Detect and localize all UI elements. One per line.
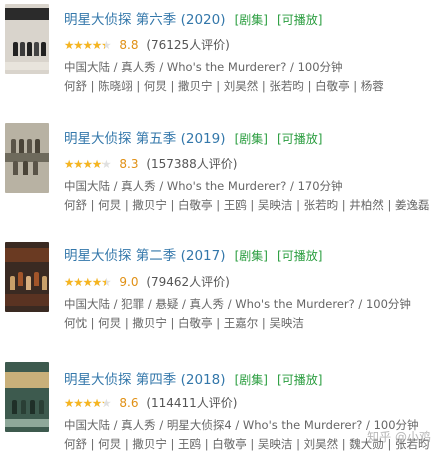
- poster-image[interactable]: [5, 123, 49, 193]
- title-link[interactable]: 明星大侦探 第二季 (2017): [64, 248, 225, 264]
- title-link[interactable]: 明星大侦探 第四季 (2018): [64, 372, 225, 388]
- rating-score: 8.8: [119, 37, 139, 52]
- playable-tag[interactable]: [可播放]: [277, 373, 322, 387]
- star-rating: ★★★★★★★★★★: [64, 37, 112, 52]
- poster-image[interactable]: [5, 362, 49, 432]
- cast-list: 何忱 | 何炅 | 撒贝宁 | 白敬亭 | 王嘉尔 | 吴映洁: [64, 316, 304, 330]
- series-tag[interactable]: [剧集]: [235, 249, 268, 263]
- playable-tag[interactable]: [可播放]: [277, 13, 322, 27]
- poster-image[interactable]: [5, 4, 49, 74]
- poster-image[interactable]: [5, 242, 49, 312]
- vote-count: (114411人评价): [146, 396, 238, 410]
- series-tag[interactable]: [剧集]: [235, 132, 268, 146]
- series-tag[interactable]: [剧集]: [235, 373, 268, 387]
- meta-info: 中国大陆 / 犯罪 / 悬疑 / 真人秀 / Who's the Murdere…: [64, 297, 411, 311]
- vote-count: (76125人评价): [146, 38, 230, 52]
- playable-tag[interactable]: [可播放]: [277, 132, 322, 146]
- rating-score: 9.0: [119, 274, 139, 289]
- title-link[interactable]: 明星大侦探 第五季 (2019): [64, 131, 225, 147]
- list-item: 明星大侦探 第二季 (2017) [剧集] [可播放] ★★★★★ ★★★★★ 9…: [0, 236, 439, 332]
- rating-score: 8.6: [119, 395, 139, 410]
- cast-list: 何舒 | 何炅 | 撒贝宁 | 白敬亭 | 王鸥 | 吴映洁 | 张若昀 | 井…: [64, 198, 430, 212]
- meta-info: 中国大陆 / 真人秀 / 明星大侦探4 / Who's the Murderer…: [64, 418, 419, 432]
- star-rating: ★★★★★★★★★★: [64, 395, 112, 410]
- watermark: 知乎 @小鸡: [367, 430, 431, 444]
- star-rating: ★★★★★★★★★★: [64, 274, 112, 289]
- series-tag[interactable]: [剧集]: [235, 13, 268, 27]
- list-item: 明星大侦探 第六季 (2020) [剧集] [可播放] ★★★★★★★★★★ 8…: [0, 0, 439, 96]
- meta-info: 中国大陆 / 真人秀 / Who's the Murderer? / 170分钟: [64, 179, 343, 193]
- title-link[interactable]: 明星大侦探 第六季 (2020): [64, 12, 225, 28]
- cast-list: 何舒 | 陈晓翊 | 何炅 | 撒贝宁 | 刘昊然 | 张若昀 | 白敬亭 | …: [64, 79, 384, 93]
- playable-tag[interactable]: [可播放]: [277, 249, 322, 263]
- list-item: 明星大侦探 第五季 (2019) [剧集] [可播放] ★★★★★★★★★★ 8…: [0, 117, 439, 213]
- rating-score: 8.3: [119, 156, 139, 171]
- meta-info: 中国大陆 / 真人秀 / Who's the Murderer? / 100分钟: [64, 60, 343, 74]
- vote-count: (157388人评价): [146, 157, 238, 171]
- star-rating: ★★★★★★★★★★: [64, 156, 112, 171]
- vote-count: (79462人评价): [146, 275, 230, 289]
